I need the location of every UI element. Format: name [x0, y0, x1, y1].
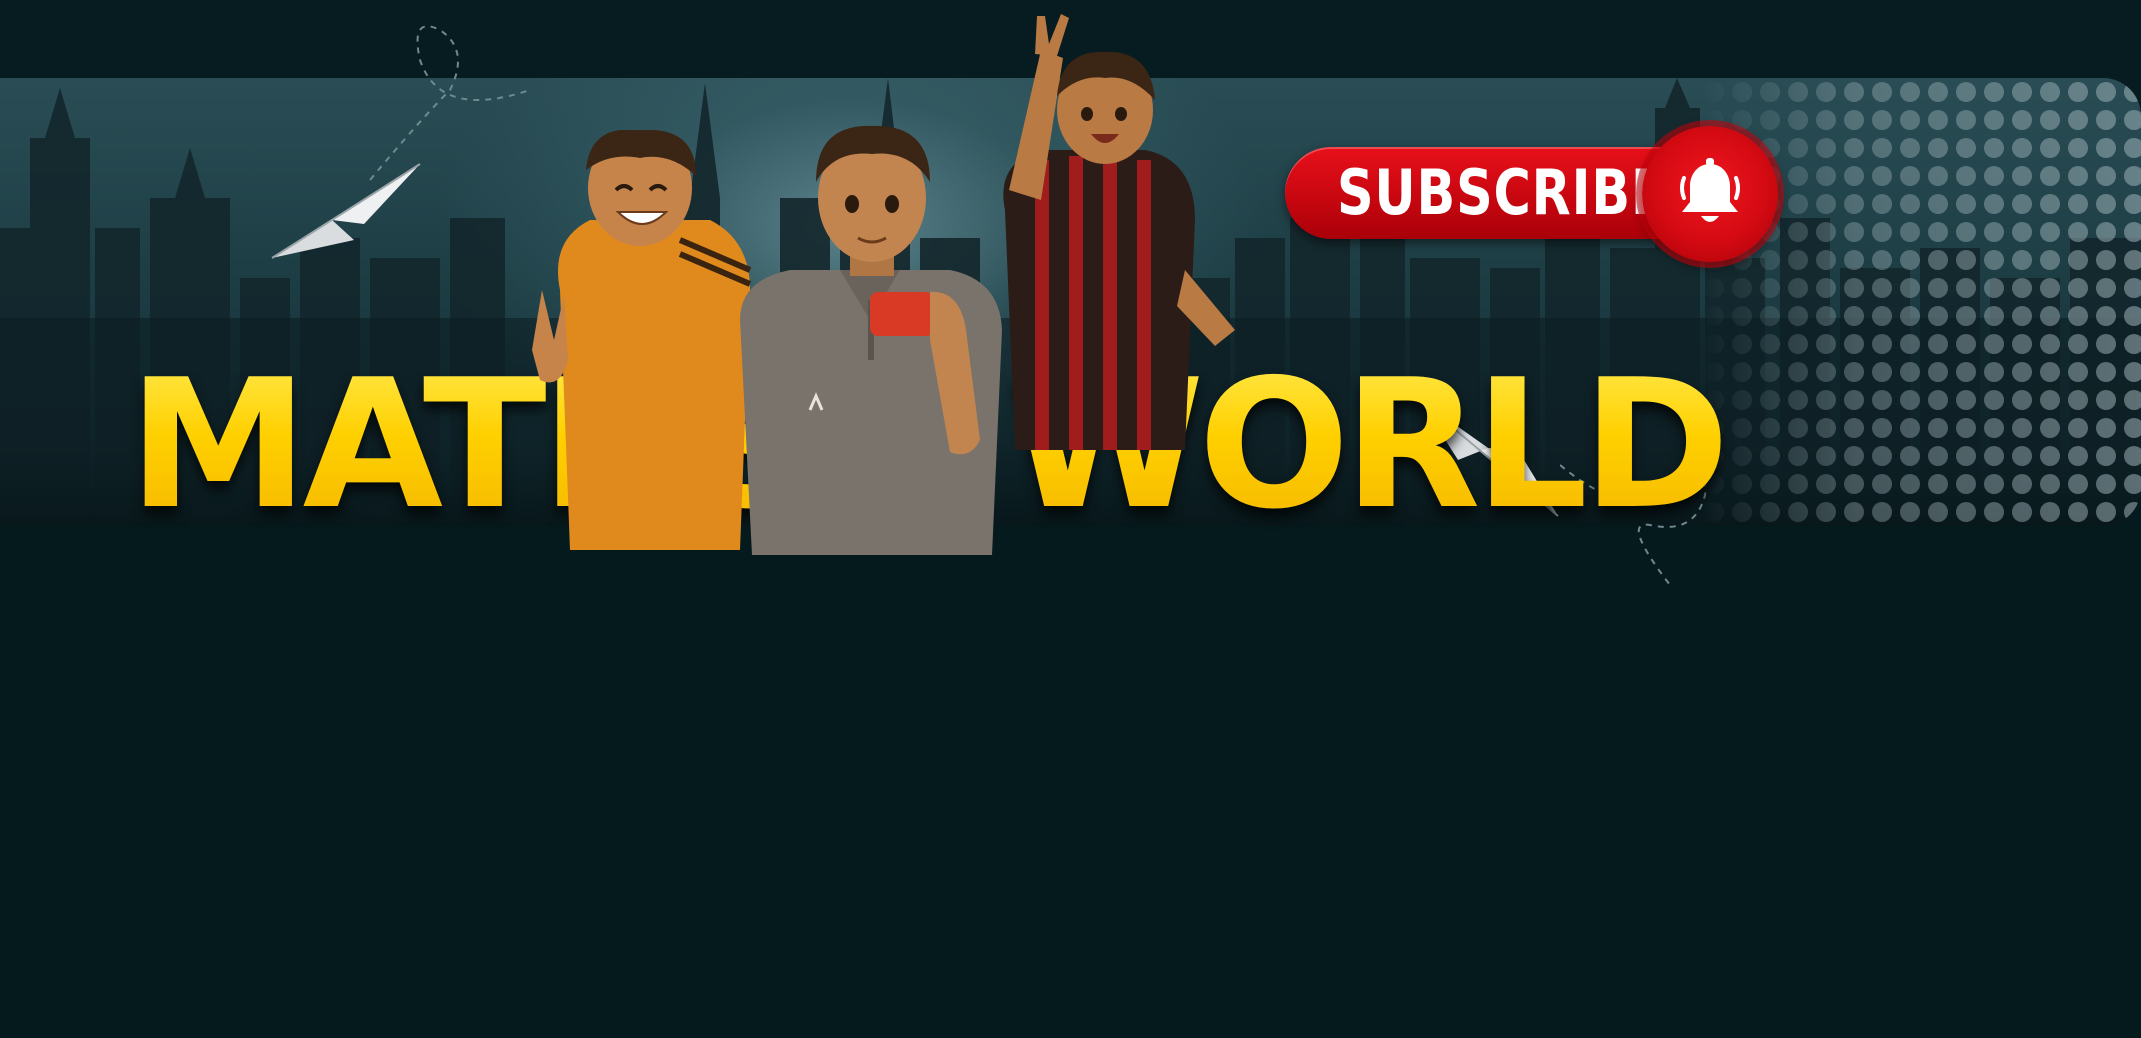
channel-banner: SUBSCRIBE MATHS WORLD: [0, 0, 2141, 1038]
cartoon-man-grey-polo-with-phone: [740, 125, 1002, 555]
paper-plane-icon: [271, 163, 421, 259]
page-background: [0, 526, 2141, 1038]
bell-icon: [1680, 158, 1740, 222]
halftone-pattern: [1700, 78, 2141, 526]
notification-bell-button[interactable]: [1642, 126, 1778, 262]
subscribe-label: SUBSCRIBE: [1337, 156, 1667, 229]
